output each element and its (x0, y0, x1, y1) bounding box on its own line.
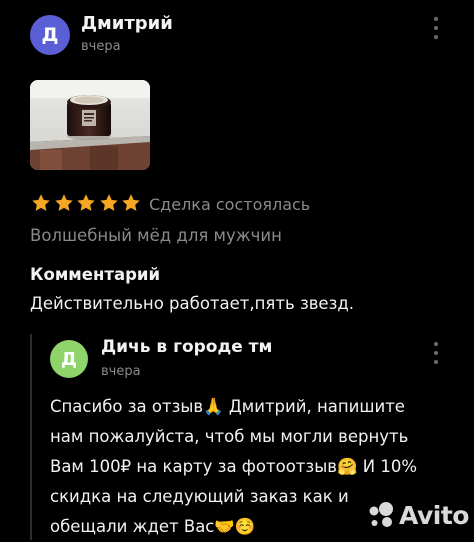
reply-date: вчера (101, 364, 141, 379)
deal-status: Сделка состоялась (149, 195, 311, 214)
review-date: вчера (81, 39, 121, 54)
more-vertical-icon[interactable] (426, 14, 446, 42)
seller-name[interactable]: Дичь в городе тм (101, 337, 272, 357)
reply-divider (30, 334, 32, 540)
avito-logo (369, 502, 393, 527)
comment-heading: Комментарий (30, 265, 161, 284)
seller-avatar[interactable]: Д (50, 340, 88, 378)
product-name[interactable]: Волшебный мёд для мужчин (30, 226, 282, 245)
reviewer-avatar[interactable]: Д (30, 15, 70, 55)
more-vertical-icon[interactable] (426, 339, 446, 367)
review-card: Д Дмитрий вчера Сделка состоялась Волшеб… (0, 0, 474, 540)
rating-stars (30, 192, 143, 216)
star-icon (54, 194, 73, 211)
star-icon (77, 194, 95, 211)
reply-line: Вам 100₽ на карту за фотоотзыв🤗 И 10% (50, 457, 417, 476)
reply-line: нам пожалуйста, чтоб мы могли вернуть (50, 427, 409, 446)
watermark-text: Avito (399, 500, 469, 530)
review-photo[interactable] (30, 80, 150, 170)
star-icon (122, 194, 141, 211)
star-icon (100, 194, 118, 211)
reply-line: Спасибо за отзыв🙏 Дмитрий, напишите (50, 397, 405, 416)
comment-text: Действительно работает,пять звезд. (30, 294, 355, 313)
avito-watermark: Avito (365, 497, 469, 533)
reviewer-name[interactable]: Дмитрий (81, 13, 173, 34)
star-icon (32, 194, 50, 211)
